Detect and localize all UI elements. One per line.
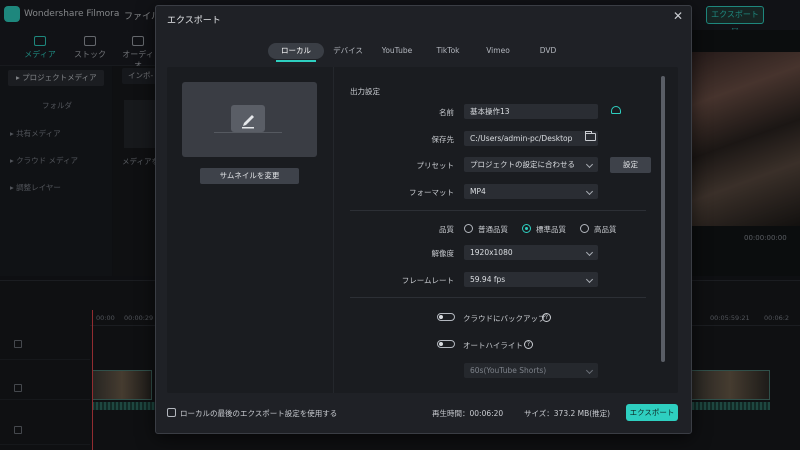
export-tabs: ローカル デバイス YouTube TikTok Vimeo DVD <box>268 43 580 62</box>
change-thumbnail-button[interactable]: サムネイルを変更 <box>200 168 299 184</box>
tab-tiktok[interactable]: TikTok <box>426 43 470 59</box>
name-label: 名前 <box>439 108 454 117</box>
tab-youtube[interactable]: YouTube <box>374 43 420 59</box>
quality-label: 品質 <box>439 225 454 234</box>
preset-select[interactable]: プロジェクトの設定に合わせる <box>464 157 598 172</box>
export-button[interactable]: エクスポート <box>626 404 678 421</box>
tab-dvd[interactable]: DVD <box>526 43 570 59</box>
filmora-app: Wondershare Filmora ファイル エクスポート ▽ メディア ス… <box>0 0 800 450</box>
use-last-settings-checkbox[interactable] <box>167 408 176 417</box>
resolution-label: 解像度 <box>431 249 455 258</box>
settings-button[interactable]: 設定 <box>610 157 651 173</box>
help-icon[interactable]: ? <box>524 340 533 349</box>
tab-device[interactable]: デバイス <box>326 43 370 59</box>
help-icon[interactable]: ? <box>542 313 551 322</box>
estimated-size-text: サイズ：373.2 MB(推定) <box>524 409 611 418</box>
save-location-field[interactable]: C:/Users/admin-pc/Desktop <box>464 131 598 146</box>
format-label: フォーマット <box>409 188 454 197</box>
auto-highlight-toggle[interactable] <box>437 340 455 348</box>
quality-normal-radio[interactable] <box>464 224 473 233</box>
section-divider <box>350 210 646 211</box>
resolution-select[interactable]: 1920x1080 <box>464 245 598 260</box>
save-location-label: 保存先 <box>431 135 455 144</box>
framerate-select[interactable]: 59.94 fps <box>464 272 598 287</box>
tab-local[interactable]: ローカル <box>268 43 324 62</box>
thumbnail-divider <box>214 132 282 133</box>
auto-highlight-label: オートハイライト <box>463 341 523 350</box>
framerate-label: フレームレート <box>401 276 454 285</box>
quality-high-label: 高品質 <box>594 225 617 234</box>
section-divider <box>350 297 646 298</box>
panel-divider <box>333 67 334 393</box>
ai-name-icon[interactable] <box>611 106 621 114</box>
output-settings-title: 出力設定 <box>350 87 380 96</box>
format-select[interactable]: MP4 <box>464 184 598 199</box>
folder-icon[interactable] <box>585 131 596 141</box>
quality-standard-label: 標準品質 <box>536 225 566 234</box>
use-last-settings-label: ローカルの最後のエクスポート設定を使用する <box>180 409 338 418</box>
name-field[interactable]: 基本操作13 <box>464 104 598 119</box>
close-icon[interactable]: ✕ <box>672 10 684 22</box>
dialog-title: エクスポート <box>167 16 221 26</box>
cloud-backup-label: クラウドにバックアップ <box>463 314 546 323</box>
quality-normal-label: 普通品質 <box>478 225 508 234</box>
settings-scrollbar[interactable] <box>661 76 665 362</box>
cloud-backup-toggle[interactable] <box>437 313 455 321</box>
highlight-duration-select: 60s(YouTube Shorts) <box>464 363 598 378</box>
tab-vimeo[interactable]: Vimeo <box>476 43 520 59</box>
preset-label: プリセット <box>416 161 455 170</box>
quality-high-radio[interactable] <box>580 224 589 233</box>
duration-text: 再生時間：00:06:20 <box>432 409 504 418</box>
edit-thumbnail-icon <box>231 105 265 132</box>
quality-standard-radio[interactable] <box>522 224 531 233</box>
